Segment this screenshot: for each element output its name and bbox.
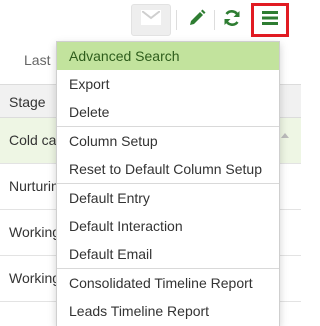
toolbar-divider <box>214 10 215 30</box>
actions-dropdown-menu: Advanced Search Export Delete Column Set… <box>56 41 280 326</box>
menu-button[interactable] <box>251 3 289 37</box>
stage-cell: Working <box>9 224 61 240</box>
menu-item-column-setup[interactable]: Column Setup <box>57 126 279 155</box>
menu-item-default-entry[interactable]: Default Entry <box>57 183 279 212</box>
scroll-caret-icon <box>281 133 289 138</box>
menu-item-export[interactable]: Export <box>57 70 279 98</box>
menu-item-delete[interactable]: Delete <box>57 98 279 126</box>
mail-icon <box>141 10 161 30</box>
menu-item-consolidated-timeline-report[interactable]: Consolidated Timeline Report <box>57 268 279 297</box>
refresh-icon <box>223 9 241 32</box>
menu-item-default-email[interactable]: Default Email <box>57 240 279 268</box>
stage-cell: Cold ca <box>9 132 57 148</box>
pencil-icon <box>188 9 206 32</box>
last-filter-label: Last <box>24 52 51 68</box>
edit-button[interactable] <box>181 5 213 35</box>
toolbar <box>0 0 301 40</box>
menu-item-advanced-search[interactable]: Advanced Search <box>57 42 279 70</box>
email-button[interactable] <box>131 4 171 36</box>
toolbar-divider <box>176 10 177 30</box>
refresh-button[interactable] <box>216 5 248 35</box>
column-header-label: Stage <box>9 94 46 110</box>
menu-icon <box>262 10 278 30</box>
stage-cell: Working <box>9 270 61 286</box>
menu-item-leads-timeline-report[interactable]: Leads Timeline Report <box>57 297 279 325</box>
menu-item-default-interaction[interactable]: Default Interaction <box>57 212 279 240</box>
menu-item-reset-column-setup[interactable]: Reset to Default Column Setup <box>57 155 279 183</box>
stage-cell: Nurturin <box>9 178 59 194</box>
